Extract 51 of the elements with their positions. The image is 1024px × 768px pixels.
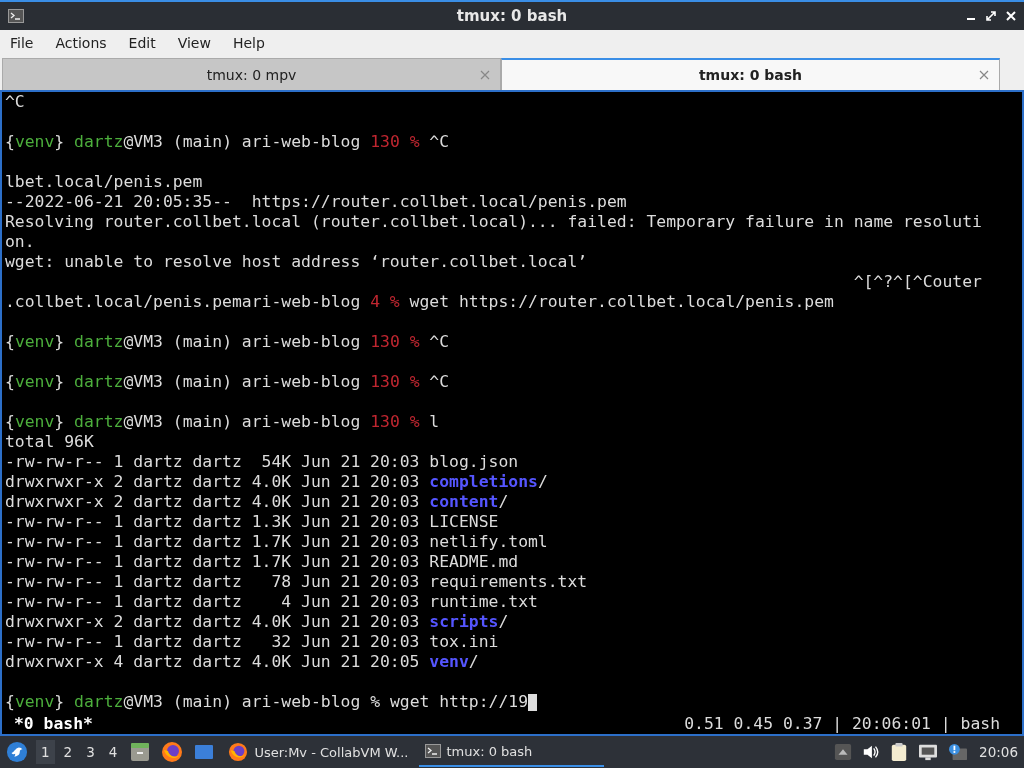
terminal-line: on. — [5, 232, 35, 252]
workspace-button[interactable]: 4 — [103, 740, 123, 764]
tab[interactable]: tmux: 0 mpv — [2, 58, 501, 90]
maximize-icon[interactable] — [986, 11, 996, 21]
terminal-line: -rw-rw-r-- 1 dartz dartz 78 Jun 21 20:03 requirements.txt — [5, 572, 588, 592]
terminal-line: wget: unable to resolve host address ‘router.collbet.local’ — [5, 252, 588, 272]
terminal-line: -rw-rw-r-- 1 dartz dartz 1.7K Jun 21 20:03 README.md — [5, 552, 519, 572]
menu-item[interactable]: Actions — [55, 35, 121, 51]
terminal-line: drwxrwxr-x 2 dartz dartz 4.0K Jun 21 20:03 content/ — [5, 492, 509, 512]
tab[interactable]: tmux: 0 bash — [501, 58, 1000, 90]
terminal-icon — [8, 8, 24, 24]
terminal-line: {venv} dartz@VM3 (main) ari-web-blog 130 % ^C — [5, 332, 450, 352]
file-cabinet-icon[interactable] — [129, 741, 152, 763]
network-icon[interactable] — [918, 743, 939, 761]
terminal-line: --2022-06-21 20:05:35-- https://router.collbet.local/penis.pem — [5, 192, 627, 212]
workspace-button[interactable]: 1 — [36, 740, 55, 764]
taskbar-window-button[interactable]: tmux: 0 bash — [418, 737, 604, 767]
taskbar-window-button[interactable]: User:Mv - CollabVM W... — [222, 737, 415, 767]
window-title: tmux: 0 bash — [456, 7, 568, 25]
menu-item[interactable]: Help — [232, 35, 279, 51]
terminal-line: -rw-rw-r-- 1 dartz dartz 1.3K Jun 21 20:03 LICENSE — [5, 512, 499, 532]
bird-icon[interactable] — [6, 741, 28, 763]
terminal-icon — [424, 743, 441, 759]
terminal-line: .collbet.local/penis.pemari-web-blog 4 % wget https://router.collbet.local/penis.pem — [5, 292, 834, 312]
terminal-line: -rw-rw-r-- 1 dartz dartz 4 Jun 21 20:03 runtime.txt — [5, 592, 538, 612]
terminal-line: -rw-rw-r-- 1 dartz dartz 54K Jun 21 20:03 blog.json — [5, 452, 519, 472]
tmux-status-text: 0.51 0.45 0.37 | 20:06:01 | bash — [684, 714, 1000, 734]
terminal-line: drwxrwxr-x 2 dartz dartz 4.0K Jun 21 20:03 scripts/ — [5, 612, 509, 632]
terminal-line: {venv} dartz@VM3 (main) ari-web-blog 130 % ^C — [5, 372, 450, 392]
terminal-line: total 96K — [5, 432, 94, 452]
notification-icon[interactable] — [948, 743, 969, 761]
terminal-line: -rw-rw-r-- 1 dartz dartz 1.7K Jun 21 20:03 netlify.toml — [5, 532, 548, 552]
terminal-line: -rw-rw-r-- 1 dartz dartz 32 Jun 21 20:03 tox.ini — [5, 632, 499, 652]
terminal-line: Resolving router.collbet.local (router.collbet.local)... failed: Temporary failure in name resoluti — [5, 212, 982, 232]
terminal-line: drwxrwxr-x 4 dartz dartz 4.0K Jun 21 20:05 venv/ — [5, 652, 479, 672]
speaker-icon[interactable] — [862, 743, 881, 761]
menu-item[interactable]: View — [177, 35, 225, 51]
terminal-line: ^[^?^[^Couter — [853, 272, 982, 292]
tmux-window-label: *0 bash* — [14, 714, 93, 734]
terminal-line: drwxrwxr-x 2 dartz dartz 4.0K Jun 21 20:03 completions/ — [5, 472, 548, 492]
terminal-line: ^C — [5, 92, 25, 112]
terminal-line: {venv} dartz@VM3 (main) ari-web-blog 130 % l — [5, 412, 440, 432]
terminal-line: lbet.local/penis.pem — [5, 172, 203, 192]
workspace-button[interactable]: 3 — [81, 740, 100, 764]
menu-item[interactable]: File — [10, 35, 48, 51]
terminal-line: {venv} dartz@VM3 (main) ari-web-blog % wget http://19 — [5, 692, 529, 712]
workspace-button[interactable]: 2 — [58, 740, 78, 764]
clipboard-icon[interactable] — [890, 742, 909, 762]
clock[interactable]: 20:06 — [979, 744, 1018, 760]
menu-item[interactable]: Edit — [128, 35, 170, 51]
terminal-line: {venv} dartz@VM3 (main) ari-web-blog 130 % ^C — [5, 132, 450, 152]
